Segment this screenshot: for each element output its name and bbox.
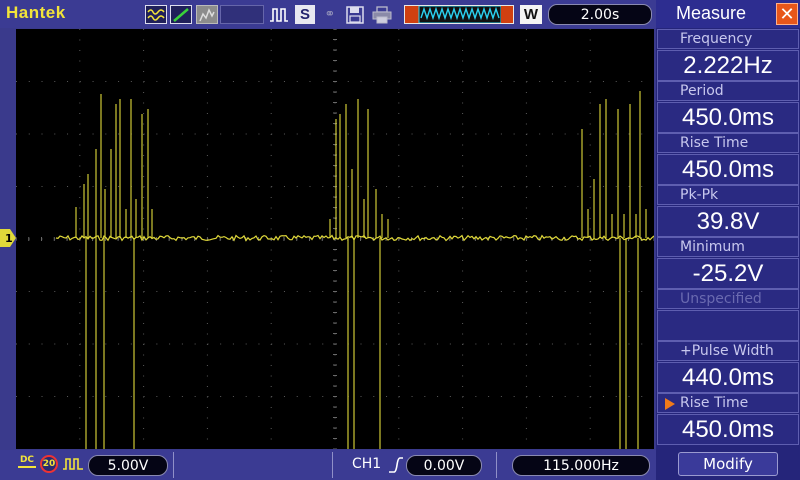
close-button[interactable]: ✕ (776, 3, 798, 25)
divider (173, 452, 174, 478)
divider (332, 452, 333, 478)
waveform-icon[interactable] (145, 5, 167, 24)
scope-graticule (16, 29, 654, 449)
channel-1-marker[interactable]: 1 (0, 229, 16, 247)
pulse-icon[interactable] (268, 5, 290, 24)
coupling-label: DC (19, 455, 35, 465)
trigger-position-view[interactable] (404, 5, 514, 24)
panel-title: Measure (676, 3, 747, 23)
volts-div-readout[interactable]: 5.00V (88, 455, 168, 476)
save-format-button[interactable]: S (295, 5, 315, 24)
link-icon[interactable]: ⚭ (319, 5, 341, 24)
measure-value-rise-time-2: 450.0ms (657, 414, 799, 445)
persistence-icon[interactable] (196, 5, 218, 24)
measure-label-unspecified[interactable]: Unspecified (657, 289, 799, 309)
window-mode-button[interactable]: W (520, 5, 542, 24)
divider (496, 452, 497, 478)
measure-label-frequency[interactable]: Frequency (657, 29, 799, 49)
measure-label-period[interactable]: Period (657, 81, 799, 101)
measure-value-pk-pk: 39.8V (657, 206, 799, 237)
measure-label-rise-time-2-text: Rise Time (680, 395, 749, 411)
status-indicator (220, 5, 264, 24)
measure-value-pulse-width: 440.0ms (657, 362, 799, 393)
trigger-channel-label[interactable]: CH1 (352, 456, 381, 472)
measure-label-pulse-width[interactable]: +Pulse Width (657, 341, 799, 361)
measure-value-rise-time: 450.0ms (657, 154, 799, 185)
print-icon[interactable] (370, 5, 394, 24)
measure-value-frequency: 2.222Hz (657, 50, 799, 81)
channel-1-marker-label: 1 (5, 232, 13, 245)
modify-button[interactable]: Modify (678, 452, 778, 476)
trigger-level-readout[interactable]: 0.00V (406, 455, 482, 476)
brand-logo: Hantek (6, 3, 66, 22)
measure-label-pk-pk[interactable]: Pk-Pk (657, 185, 799, 205)
panel-header: Measure ✕ (656, 0, 800, 28)
top-toolbar: Hantek S ⚭ W 2.00s (0, 0, 656, 28)
acquire-mode-icon[interactable] (62, 456, 84, 472)
measure-value-minimum: -25.2V (657, 258, 799, 289)
selection-arrow-icon (665, 398, 675, 410)
measure-label-rise-time-2[interactable]: Rise Time (657, 393, 799, 413)
measure-label-minimum[interactable]: Minimum (657, 237, 799, 257)
floppy-icon[interactable] (344, 5, 366, 24)
measure-panel: Measure ✕ Frequency 2.222Hz Period 450.0… (656, 0, 800, 480)
coupling-indicator[interactable]: DC (16, 456, 38, 468)
bandwidth-limit-badge[interactable]: 20 (40, 455, 58, 473)
waveform-display[interactable] (16, 29, 654, 449)
rising-edge-icon[interactable] (388, 456, 404, 474)
trigger-frequency-readout: 115.000Hz (512, 455, 650, 476)
measure-value-unspecified (657, 310, 799, 341)
timebase-readout[interactable]: 2.00s (548, 4, 652, 25)
edge-icon[interactable] (170, 5, 192, 24)
measure-value-period: 450.0ms (657, 102, 799, 133)
measure-label-rise-time[interactable]: Rise Time (657, 133, 799, 153)
